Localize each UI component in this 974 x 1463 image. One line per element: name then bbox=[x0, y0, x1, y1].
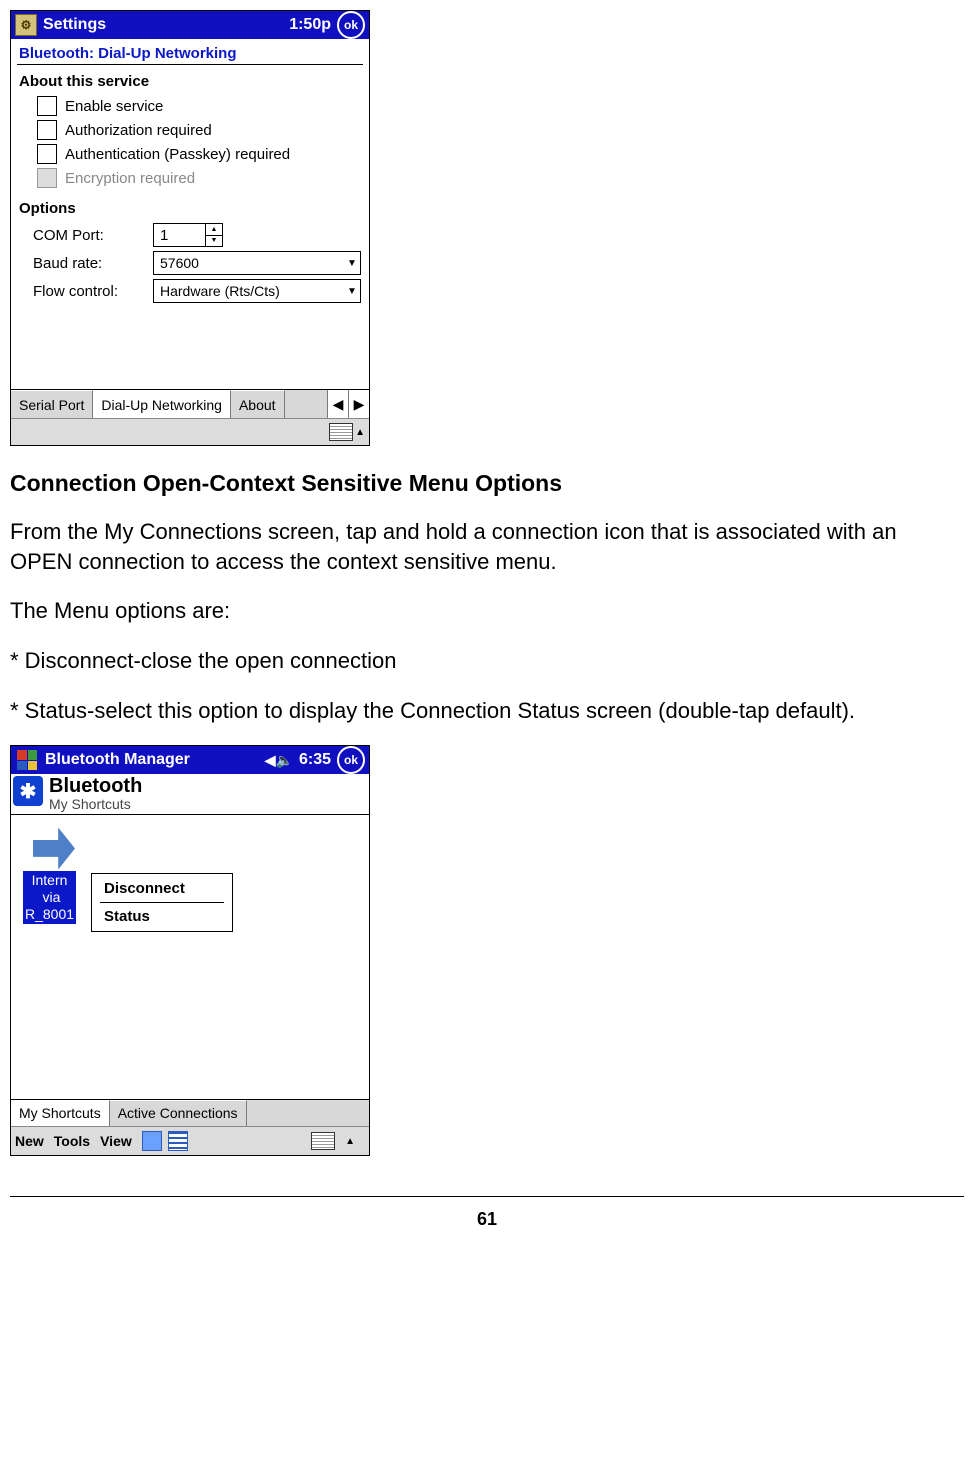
paragraph: From the My Connections screen, tap and … bbox=[10, 517, 964, 576]
document-body: Connection Open-Context Sensitive Menu O… bbox=[10, 470, 964, 725]
baud-rate-row: Baud rate: 57600 ▼ bbox=[17, 249, 363, 277]
window-title: Bluetooth Manager bbox=[45, 751, 265, 769]
flow-control-combo[interactable]: Hardware (Rts/Cts) ▼ bbox=[153, 279, 361, 303]
menu-view[interactable]: View bbox=[100, 1133, 132, 1149]
checkbox-icon bbox=[37, 168, 57, 188]
context-menu: Disconnect Status bbox=[91, 873, 233, 932]
page-number: 61 bbox=[10, 1196, 964, 1250]
enable-service-row[interactable]: Enable service bbox=[17, 94, 363, 118]
keyboard-icon[interactable] bbox=[329, 423, 353, 441]
tab-dial-up-networking[interactable]: Dial-Up Networking bbox=[93, 390, 231, 418]
page-title: Bluetooth: Dial-Up Networking bbox=[17, 41, 363, 65]
clock: 1:50p bbox=[289, 16, 331, 34]
menu-status[interactable]: Status bbox=[92, 906, 232, 927]
connection-label[interactable]: Intern via R_8001 bbox=[23, 871, 76, 923]
subtitle: My Shortcuts bbox=[49, 796, 142, 812]
menu-new[interactable]: New bbox=[15, 1133, 44, 1149]
checkbox-icon[interactable] bbox=[37, 120, 57, 140]
bluetooth-icon: ✱ bbox=[13, 776, 43, 806]
authorization-row[interactable]: Authorization required bbox=[17, 118, 363, 142]
dropdown-icon[interactable]: ▼ bbox=[344, 286, 360, 297]
about-section-title: About this service bbox=[17, 71, 363, 94]
shortcut-grid: Intern via R_8001 Disconnect Status bbox=[11, 815, 369, 1099]
com-port-value: 1 bbox=[154, 224, 205, 246]
keyboard-icon[interactable] bbox=[311, 1132, 335, 1150]
titlebar: Bluetooth Manager ◀🔈 6:35 ok bbox=[11, 746, 369, 774]
encryption-label: Encryption required bbox=[65, 170, 195, 187]
sip-up-icon[interactable]: ▲ bbox=[345, 1136, 355, 1147]
com-port-row: COM Port: 1 ▲▼ bbox=[17, 221, 363, 249]
authentication-label: Authentication (Passkey) required bbox=[65, 146, 290, 163]
com-port-spinner[interactable]: 1 ▲▼ bbox=[153, 223, 223, 247]
baud-rate-value: 57600 bbox=[160, 255, 344, 271]
dropdown-icon[interactable]: ▼ bbox=[344, 258, 360, 269]
ok-button[interactable]: ok bbox=[337, 11, 365, 39]
bluetooth-toolbar-icon[interactable] bbox=[142, 1131, 162, 1151]
tab-active-connections[interactable]: Active Connections bbox=[110, 1100, 247, 1126]
authentication-row[interactable]: Authentication (Passkey) required bbox=[17, 142, 363, 166]
authorization-label: Authorization required bbox=[65, 122, 212, 139]
tab-strip: Serial Port Dial-Up Networking About ◀ ▶ bbox=[11, 389, 369, 418]
options-section-title: Options bbox=[17, 198, 363, 221]
window-title: Settings bbox=[43, 16, 289, 34]
tab-about[interactable]: About bbox=[231, 390, 285, 418]
brand-title: Bluetooth bbox=[49, 776, 142, 796]
clock: 6:35 bbox=[299, 751, 331, 769]
spinner-arrows-icon[interactable]: ▲▼ bbox=[205, 224, 222, 246]
menu-bar: New Tools View ▲ bbox=[11, 1126, 369, 1155]
ok-button[interactable]: ok bbox=[337, 746, 365, 774]
section-heading: Connection Open-Context Sensitive Menu O… bbox=[10, 470, 964, 497]
tab-my-shortcuts[interactable]: My Shortcuts bbox=[11, 1100, 110, 1126]
menu-disconnect[interactable]: Disconnect bbox=[92, 878, 232, 899]
tab-strip: My Shortcuts Active Connections bbox=[11, 1099, 369, 1126]
start-icon[interactable] bbox=[15, 748, 39, 772]
bluetooth-manager-window: Bluetooth Manager ◀🔈 6:35 ok ✱ Bluetooth… bbox=[10, 745, 370, 1156]
sip-up-icon[interactable]: ▲ bbox=[355, 427, 365, 438]
flow-control-label: Flow control: bbox=[21, 283, 153, 300]
com-port-label: COM Port: bbox=[21, 227, 153, 244]
connection-icon[interactable] bbox=[33, 827, 75, 869]
baud-rate-label: Baud rate: bbox=[21, 255, 153, 272]
encryption-row: Encryption required bbox=[17, 166, 363, 190]
flow-control-row: Flow control: Hardware (Rts/Cts) ▼ bbox=[17, 277, 363, 305]
list-view-icon[interactable] bbox=[168, 1131, 188, 1151]
titlebar: ⚙ Settings 1:50p ok bbox=[11, 11, 369, 39]
paragraph: * Status-select this option to display t… bbox=[10, 696, 964, 726]
menu-tools[interactable]: Tools bbox=[54, 1133, 90, 1149]
checkbox-icon[interactable] bbox=[37, 96, 57, 116]
settings-app-icon: ⚙ bbox=[15, 14, 37, 36]
paragraph: * Disconnect-close the open connection bbox=[10, 646, 964, 676]
speaker-icon[interactable]: ◀🔈 bbox=[265, 752, 293, 769]
tab-scroll-right-icon[interactable]: ▶ bbox=[348, 390, 369, 418]
enable-service-label: Enable service bbox=[65, 98, 163, 115]
header: ✱ Bluetooth My Shortcuts bbox=[11, 774, 369, 815]
flow-control-value: Hardware (Rts/Cts) bbox=[160, 283, 344, 299]
paragraph: The Menu options are: bbox=[10, 596, 964, 626]
settings-window: ⚙ Settings 1:50p ok Bluetooth: Dial-Up N… bbox=[10, 10, 370, 446]
tab-scroll-left-icon[interactable]: ◀ bbox=[327, 390, 348, 418]
sip-bar: ▲ bbox=[11, 418, 369, 445]
tab-serial-port[interactable]: Serial Port bbox=[11, 390, 93, 418]
baud-rate-combo[interactable]: 57600 ▼ bbox=[153, 251, 361, 275]
menu-separator bbox=[100, 902, 224, 903]
checkbox-icon[interactable] bbox=[37, 144, 57, 164]
